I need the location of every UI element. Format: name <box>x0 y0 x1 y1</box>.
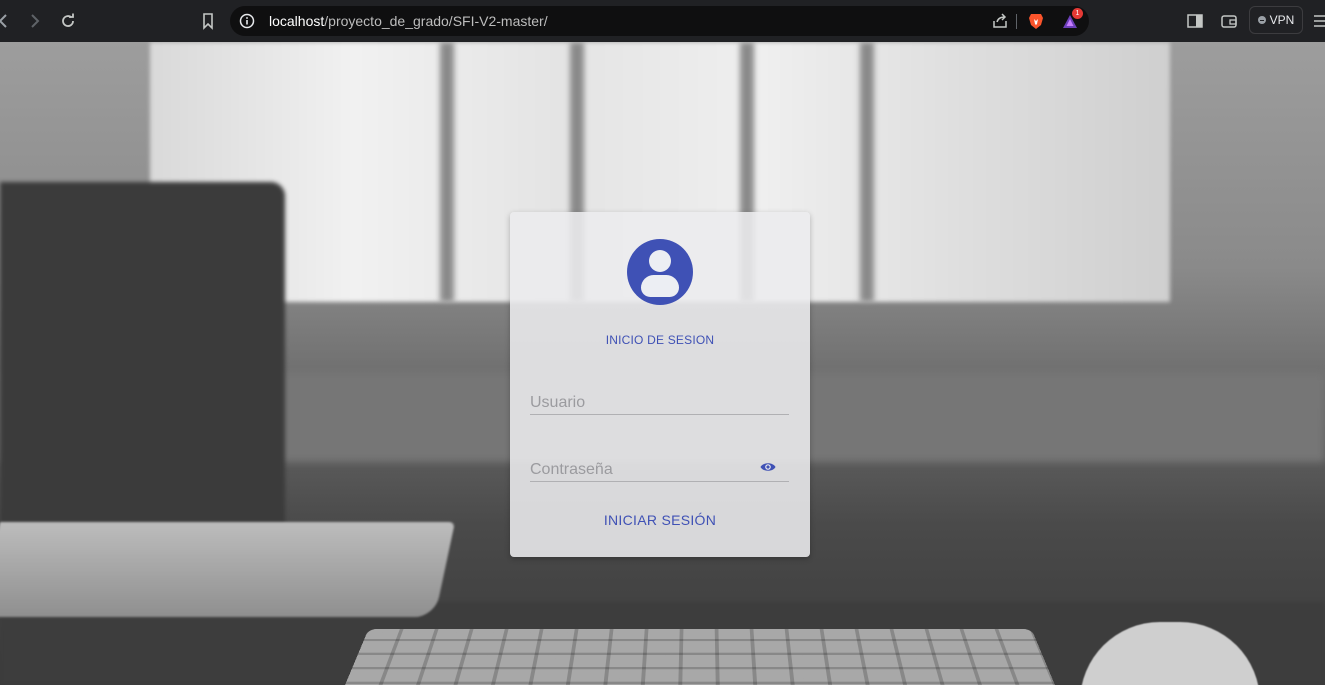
page-viewport: INICIO DE SESION INICIAR SESIÓN <box>0 42 1325 685</box>
address-bar[interactable]: localhost/proyecto_de_grado/SFI-V2-maste… <box>230 6 1089 36</box>
brave-rewards-icon[interactable]: 1 <box>1060 8 1083 31</box>
forward-icon[interactable] <box>24 11 44 31</box>
password-input[interactable] <box>530 452 789 481</box>
vpn-button[interactable]: VPN <box>1249 6 1303 34</box>
rewards-badge: 1 <box>1072 8 1083 19</box>
sidebar-toggle-icon[interactable] <box>1185 11 1205 31</box>
avatar-head <box>649 250 671 272</box>
password-field <box>530 452 789 482</box>
login-button[interactable]: INICIAR SESIÓN <box>590 506 730 534</box>
login-title: INICIO DE SESION <box>605 333 715 347</box>
url-host: localhost <box>269 13 325 29</box>
vpn-label: VPN <box>1269 13 1295 27</box>
username-field <box>530 385 789 415</box>
brave-shields-icon[interactable] <box>1026 11 1046 31</box>
url-path: /proyecto_de_grado/SFI-V2-master/ <box>324 13 548 29</box>
bg-laptop-base <box>0 522 455 617</box>
show-password-eye-icon[interactable] <box>760 461 776 473</box>
back-icon[interactable] <box>0 11 14 31</box>
share-icon[interactable] <box>990 11 1010 31</box>
site-info-icon[interactable] <box>239 13 255 29</box>
browser-toolbar: localhost/proyecto_de_grado/SFI-V2-maste… <box>0 0 1325 42</box>
address-divider <box>1016 14 1017 29</box>
vpn-status-icon <box>1257 16 1266 24</box>
username-input[interactable] <box>530 385 789 414</box>
bg-keyboard <box>340 629 1060 685</box>
login-card: INICIO DE SESION INICIAR SESIÓN <box>510 212 810 557</box>
account-circle-icon <box>627 239 693 305</box>
bg-window-bar <box>860 42 874 302</box>
reload-icon[interactable] <box>58 11 78 31</box>
menu-icon[interactable] <box>1310 11 1325 31</box>
bookmark-icon[interactable] <box>198 11 218 31</box>
wallet-icon[interactable] <box>1219 11 1239 31</box>
bg-window-bar <box>440 42 454 302</box>
url-text[interactable]: localhost/proyecto_de_grado/SFI-V2-maste… <box>269 13 548 29</box>
avatar-body <box>641 275 679 297</box>
